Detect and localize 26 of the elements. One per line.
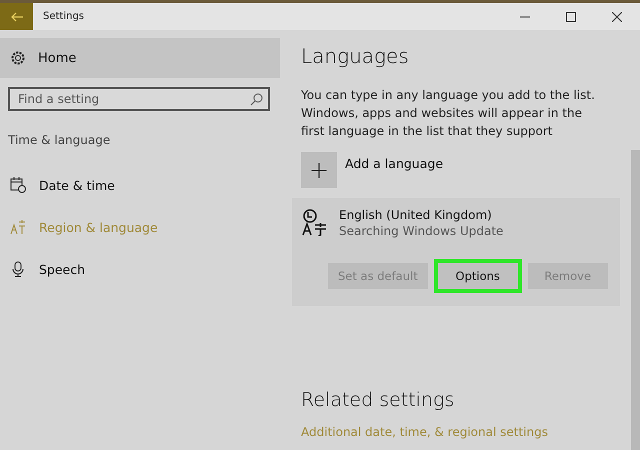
search-icon	[250, 93, 263, 106]
section-heading: Related settings	[301, 389, 456, 411]
back-button[interactable]	[0, 3, 33, 30]
nav-item[interactable]: Speech	[10, 259, 280, 279]
add-language-button[interactable]: +	[301, 152, 337, 188]
section-heading: Time & language	[8, 133, 112, 149]
home-button[interactable]: Home	[0, 38, 280, 78]
language-name: English (United Kingdom)	[339, 208, 493, 222]
add-language-label: Add a language	[345, 156, 444, 171]
close-icon	[612, 12, 622, 22]
window-title: Settings	[43, 11, 84, 22]
back-arrow-icon	[10, 12, 22, 22]
calendar-icon	[10, 177, 26, 193]
scrollbar[interactable]	[631, 150, 640, 450]
page-title: Languages	[301, 44, 410, 70]
language-pack-icon	[302, 208, 328, 236]
minimize-icon	[520, 16, 530, 18]
gear-icon	[10, 50, 26, 66]
language-action-button[interactable]: Options	[438, 263, 518, 289]
language-icon	[10, 219, 26, 235]
search-field[interactable]: Find a setting	[8, 87, 270, 111]
nav-item[interactable]: Date & time	[10, 175, 280, 195]
maximize-icon	[566, 12, 576, 22]
language-status: Searching Windows Update	[339, 224, 504, 238]
description-text: You can type in any language you add to the list. Windows, apps and websites will appear in the first language in the list that they support	[301, 87, 596, 140]
microphone-icon	[10, 261, 26, 277]
